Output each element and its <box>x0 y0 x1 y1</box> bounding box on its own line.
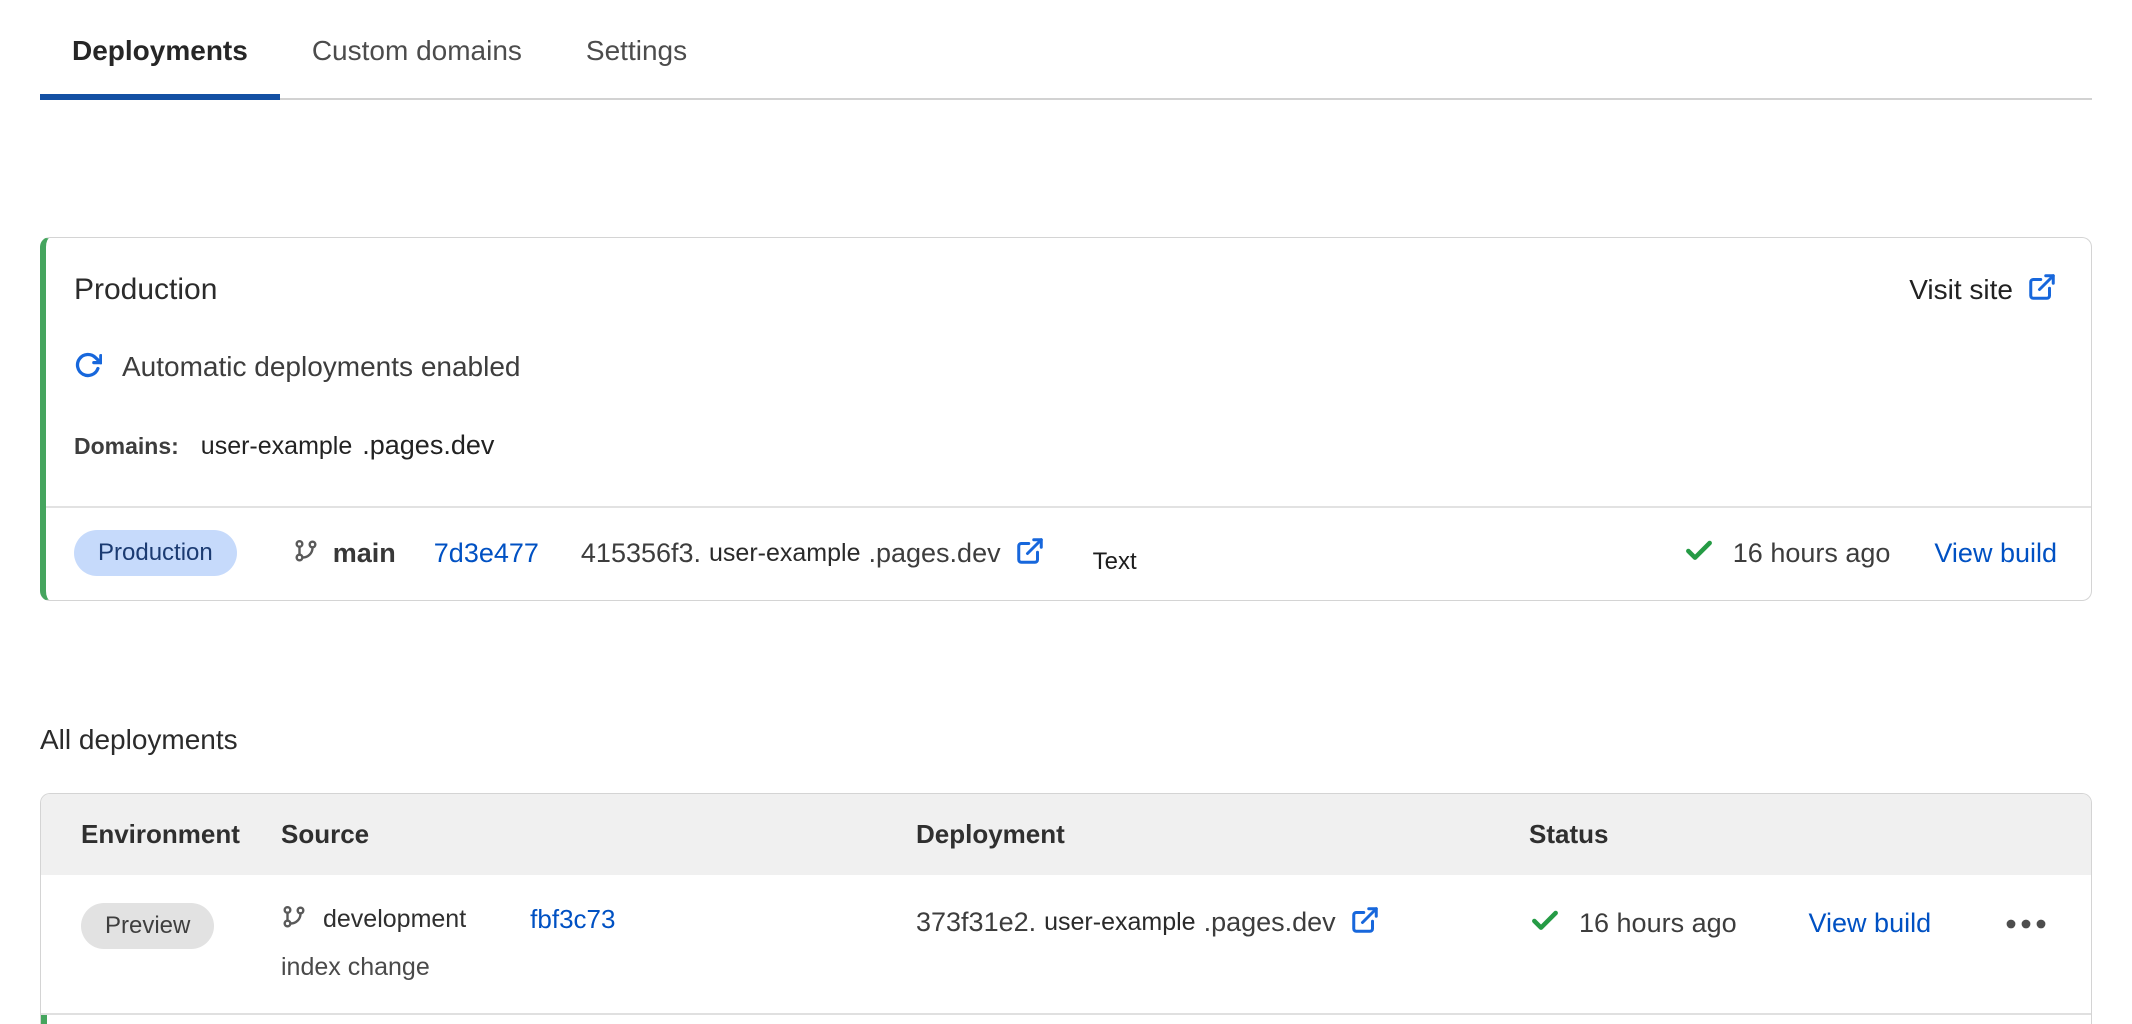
deployment-cell: 373f31e2. user-example .pages.dev <box>916 901 1529 940</box>
domains-value: user-example .pages.dev <box>201 430 495 461</box>
production-card-title: Production <box>74 272 217 308</box>
domains-row: Domains: user-example .pages.dev <box>74 430 2057 462</box>
deployment-url-project: user-example <box>709 539 860 568</box>
branch-name: main <box>333 538 396 569</box>
deployment-url-project: user-example <box>1044 908 1195 937</box>
production-card: Production Visit site Automatic deployme… <box>40 237 2092 601</box>
success-check-icon <box>1529 905 1561 942</box>
tab-settings[interactable]: Settings <box>554 34 719 100</box>
external-link-icon[interactable] <box>1015 536 1045 571</box>
deployment-url: 373f31e2. user-example .pages.dev <box>916 905 1529 940</box>
visit-site-link[interactable]: Visit site <box>1909 272 2057 307</box>
all-deployments-heading: All deployments <box>40 723 2092 757</box>
commit-message: index change <box>281 951 916 983</box>
commit-link[interactable]: 7d3e477 <box>434 538 539 569</box>
deployment-time: 16 hours ago <box>1579 908 1737 939</box>
view-build-link[interactable]: View build <box>1934 538 2057 569</box>
auto-deployments-text: Automatic deployments enabled <box>122 351 520 383</box>
deployment-time: 16 hours ago <box>1733 538 1891 569</box>
table-header: Environment Source Deployment Status <box>41 794 2091 875</box>
auto-deployments-row: Automatic deployments enabled <box>74 350 2057 384</box>
environment-badge: Production <box>74 530 237 576</box>
deployment-url-prefix: 373f31e2. <box>916 907 1036 938</box>
external-link-icon <box>2027 272 2057 307</box>
domains-label: Domains: <box>74 433 179 460</box>
table-row: Preview development fbf3c73 index change… <box>41 875 2091 1015</box>
column-deployment: Deployment <box>916 819 1529 850</box>
domain-suffix: .pages.dev <box>362 430 494 460</box>
tab-custom-domains[interactable]: Custom domains <box>280 34 554 100</box>
deployment-url: 415356f3. user-example .pages.dev <box>581 536 1045 571</box>
view-build-link[interactable]: View build <box>1809 908 1932 939</box>
domain-project-name: user-example <box>201 432 352 460</box>
visit-site-label: Visit site <box>1909 274 2013 306</box>
production-row-status: 16 hours ago View build <box>1683 535 2057 572</box>
git-branch-icon <box>281 904 307 935</box>
status-cell: 16 hours ago View build <box>1529 901 2051 942</box>
branch-group: main <box>293 538 396 569</box>
column-source: Source <box>281 819 916 850</box>
text-annotation: Text <box>1093 548 1137 576</box>
column-status: Status <box>1529 819 2051 850</box>
status-time-group: 16 hours ago <box>1683 535 1891 572</box>
branch-name: development <box>323 905 466 934</box>
next-row-status-strip <box>41 1015 47 1024</box>
commit-link[interactable]: fbf3c73 <box>530 904 615 935</box>
tab-bar: Deployments Custom domains Settings <box>40 0 2092 100</box>
success-check-icon <box>1683 535 1715 572</box>
deployment-url-suffix: .pages.dev <box>1204 907 1336 938</box>
tab-deployments[interactable]: Deployments <box>40 34 280 100</box>
deployments-table: Environment Source Deployment Status Pre… <box>40 793 2092 1024</box>
production-deployment-row: Production main 7d3e477 415356f3. user-e… <box>46 506 2091 600</box>
status-time-group: 16 hours ago <box>1529 905 1737 942</box>
git-branch-icon <box>293 538 319 569</box>
refresh-icon <box>74 351 102 384</box>
deployment-url-suffix: .pages.dev <box>868 538 1000 569</box>
more-options-icon[interactable] <box>2003 908 2049 940</box>
environment-cell: Preview <box>81 901 281 949</box>
column-environment: Environment <box>81 819 281 850</box>
deployment-url-prefix: 415356f3. <box>581 538 701 569</box>
environment-badge: Preview <box>81 903 214 949</box>
external-link-icon[interactable] <box>1350 905 1380 940</box>
source-cell: development fbf3c73 index change <box>281 901 916 983</box>
